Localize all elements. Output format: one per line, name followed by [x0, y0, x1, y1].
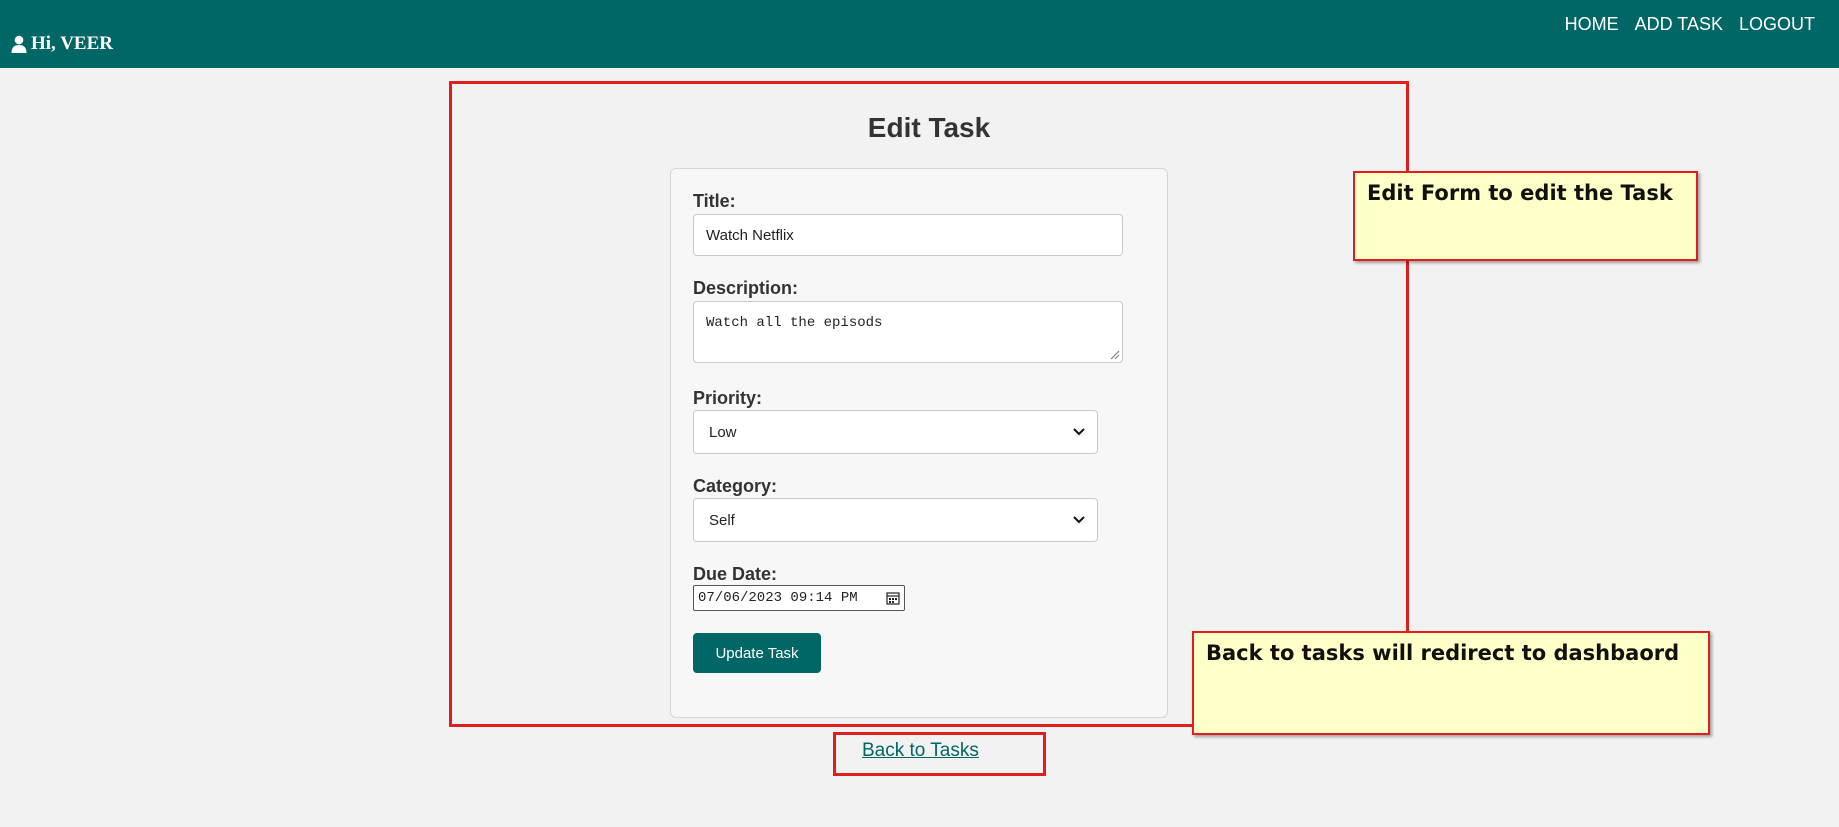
update-task-button[interactable]: Update Task [693, 633, 821, 673]
category-label: Category: [693, 476, 778, 496]
page-title: Edit Task [867, 112, 991, 143]
description-value: Watch all the episods [706, 315, 883, 331]
nav-add-task-link[interactable]: ADD TASK [1635, 13, 1723, 35]
priority-value: Low [709, 423, 737, 441]
priority-label: Priority: [693, 388, 763, 408]
resize-handle-icon[interactable] [1110, 350, 1120, 360]
nav-menu: HOME ADD TASK LOGOUT [1565, 13, 1815, 35]
category-select[interactable]: Self [693, 498, 1098, 542]
top-navbar: Hi, VEER HOME ADD TASK LOGOUT [0, 0, 1839, 68]
user-greeting: Hi, VEER [11, 33, 113, 55]
back-to-tasks-link[interactable]: Back to Tasks [862, 740, 979, 762]
due-date-input[interactable]: 07/06/2023 09:14 PM [693, 585, 905, 611]
chevron-down-icon [1073, 516, 1085, 524]
chevron-down-icon [1073, 428, 1085, 436]
nav-home-link[interactable]: HOME [1565, 13, 1619, 35]
back-link-annotation-text: Back to tasks will redirect to dashbaord [1206, 641, 1680, 665]
due-date-value: 07/06/2023 09:14 PM [698, 590, 858, 606]
title-input-value: Watch Netflix [706, 226, 794, 244]
title-label: Title: [693, 191, 736, 211]
category-value: Self [709, 511, 735, 529]
description-textarea[interactable]: Watch all the episods [693, 301, 1123, 363]
due-date-label: Due Date: [693, 564, 778, 584]
priority-select[interactable]: Low [693, 410, 1098, 454]
user-icon [11, 35, 27, 53]
edit-task-form: Title: Watch Netflix Description: Watch … [670, 168, 1168, 718]
calendar-icon[interactable] [886, 591, 900, 605]
description-label: Description: [693, 278, 799, 298]
greeting-text: Hi, VEER [31, 33, 114, 54]
edit-form-annotation-text: Edit Form to edit the Task [1367, 181, 1673, 205]
title-input[interactable]: Watch Netflix [693, 214, 1123, 256]
edit-form-annotation: Edit Form to edit the Task [1353, 171, 1698, 261]
edit-task-section: Edit Task Title: Watch Netflix Descripti… [452, 84, 1406, 724]
back-link-annotation: Back to tasks will redirect to dashbaord [1192, 631, 1710, 735]
nav-logout-link[interactable]: LOGOUT [1739, 13, 1815, 35]
